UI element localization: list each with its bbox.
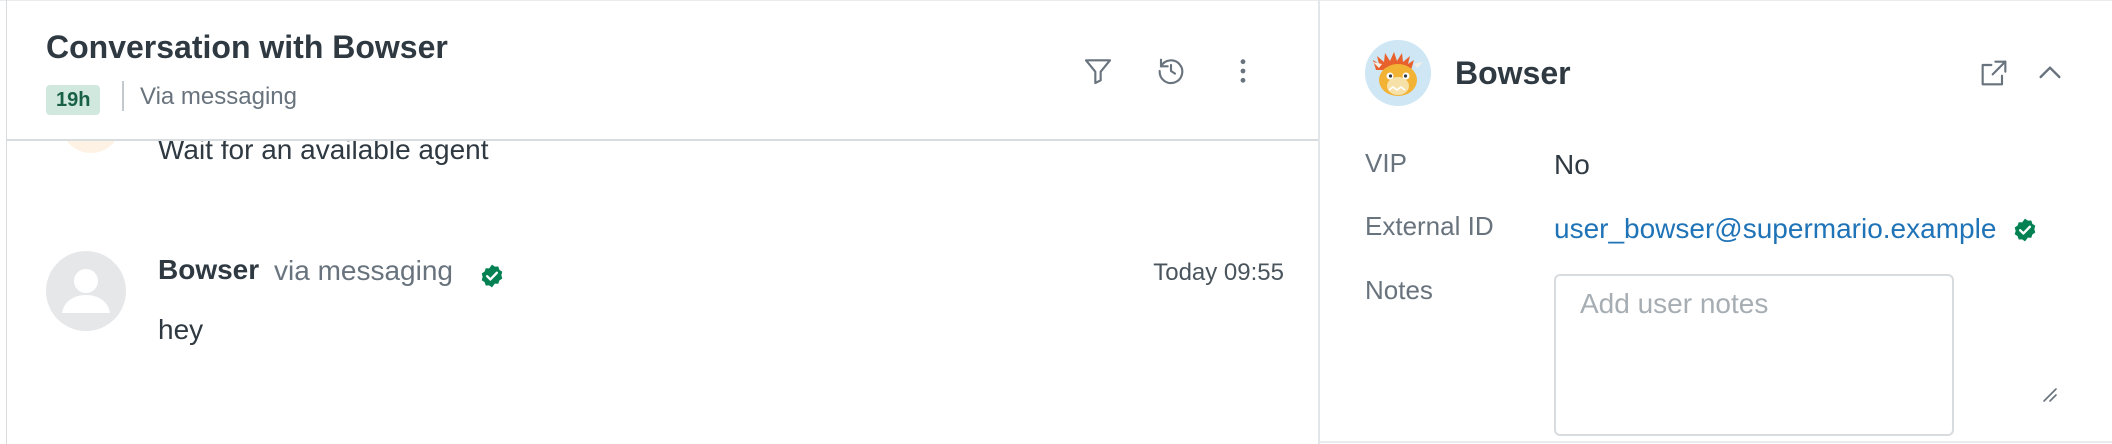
verified-icon <box>2014 218 2036 242</box>
filter-icon[interactable] <box>1076 49 1120 93</box>
conversation-channel: Via messaging <box>140 83 297 110</box>
more-vertical-icon[interactable] <box>1221 49 1265 93</box>
notes-field[interactable] <box>1554 274 1954 436</box>
open-external-icon[interactable] <box>1972 51 2016 95</box>
vip-label: VIP <box>1365 148 1407 178</box>
conversation-panel: Wait for an available agent Conversation… <box>7 1 1318 444</box>
message-author: Bowser <box>158 254 260 285</box>
avatar <box>46 251 126 331</box>
panel-bottom-border <box>1320 441 2112 443</box>
history-icon[interactable] <box>1149 49 1193 93</box>
conversation-header: Conversation with Bowser 19h Via messagi… <box>7 1 1318 141</box>
app-frame: Wait for an available agent Conversation… <box>0 0 2112 444</box>
user-name: Bowser <box>1455 55 1571 91</box>
bowser-avatar-image <box>1365 40 1431 106</box>
message-body: hey <box>158 314 204 345</box>
user-placeholder-icon <box>62 269 110 313</box>
page-title: Conversation with Bowser <box>46 29 448 65</box>
message-channel: via messaging <box>274 255 453 286</box>
external-id-link[interactable]: user_bowser@supermario.example <box>1554 213 1996 244</box>
user-panel: Bowser VIP No External ID user_bowser@su… <box>1320 1 2112 444</box>
chevron-up-icon[interactable] <box>2028 51 2072 95</box>
resize-handle-icon[interactable] <box>2040 385 2058 403</box>
external-id-label: External ID <box>1365 211 1494 241</box>
meta-divider <box>122 81 124 111</box>
message-timestamp: Today 09:55 <box>1153 259 1284 286</box>
notes-label: Notes <box>1365 275 1433 305</box>
avatar <box>1365 40 1431 106</box>
external-id-value: user_bowser@supermario.example <box>1554 213 1996 245</box>
vip-value: No <box>1554 149 1590 180</box>
sla-badge: 19h <box>46 85 101 115</box>
verified-icon <box>481 264 503 288</box>
